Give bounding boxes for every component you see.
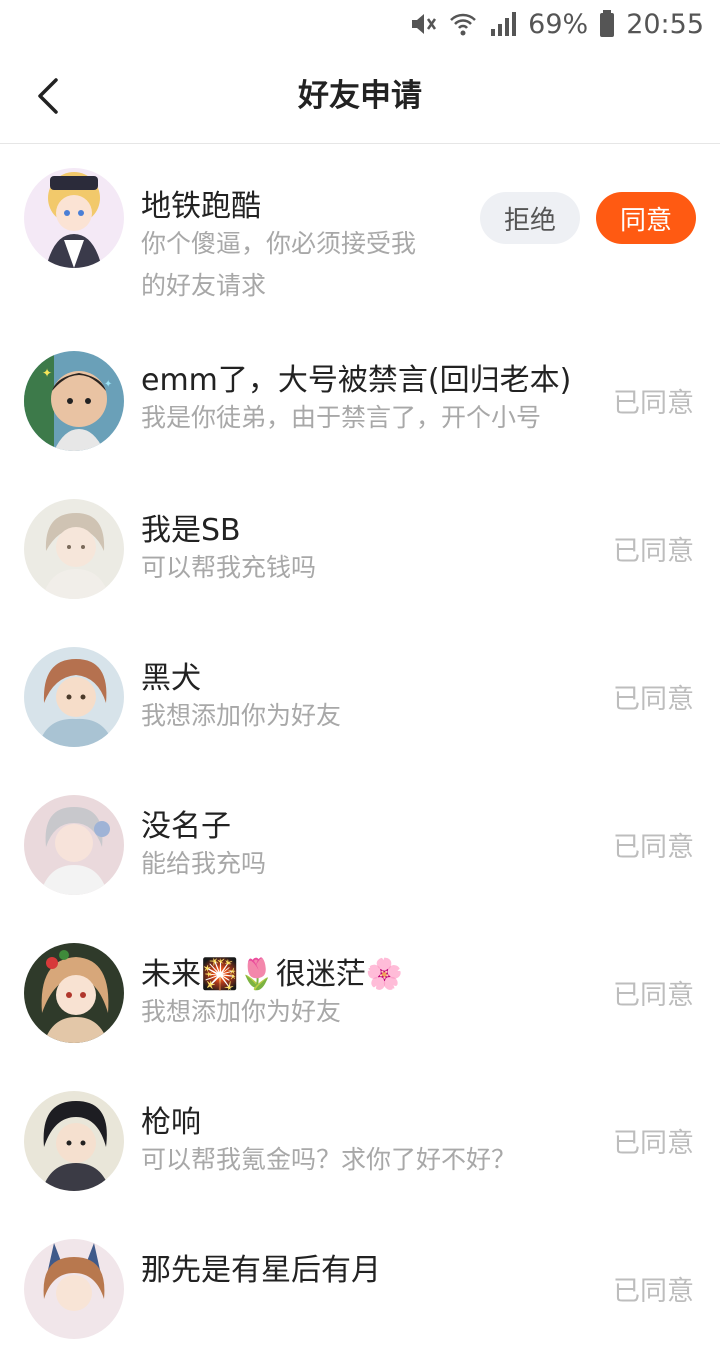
svg-text:✦: ✦ [104, 379, 112, 390]
anime-avatar-icon [24, 1091, 124, 1191]
avatar[interactable] [24, 1091, 124, 1191]
anime-avatar-icon [24, 168, 124, 268]
request-name: 地铁跑酷 [141, 189, 261, 224]
battery-icon [598, 9, 616, 39]
avatar[interactable] [24, 795, 124, 895]
top-bar: 好友申请 [0, 48, 720, 144]
request-message-line: 的好友请求 [141, 271, 267, 300]
anime-avatar-icon [24, 943, 124, 1043]
accept-button[interactable]: 同意 [596, 192, 696, 244]
anime-avatar-icon [24, 499, 124, 599]
anime-avatar-icon [24, 1239, 124, 1339]
status-bar: 69% 20:55 [0, 0, 720, 48]
status-label: 已同意 [613, 1276, 694, 1307]
child-photo-avatar-icon: ✦ ✦ [24, 351, 124, 451]
friend-request-item[interactable]: 地铁跑酷 你个傻逼，你必须接受我 的好友请求 拒绝 同意 [0, 145, 720, 325]
anime-avatar-icon [24, 647, 124, 747]
friend-request-item[interactable]: 枪响 可以帮我氪金吗？求你了好不好？ 已同意 [0, 1067, 720, 1215]
request-message: 我是你徒弟，由于禁言了，开个小号 [141, 403, 542, 432]
friend-request-item[interactable]: ✦ ✦ emm了，大号被禁言(回归老本) 我是你徒弟，由于禁言了，开个小号 已同… [0, 325, 720, 475]
friend-request-item[interactable]: 没名子 能给我充吗 已同意 [0, 771, 720, 919]
avatar[interactable] [24, 647, 124, 747]
status-label: 已同意 [613, 980, 694, 1011]
status-label: 已同意 [613, 684, 694, 715]
request-message: 你个傻逼，你必须接受我 的好友请求 [141, 223, 461, 307]
clock: 20:55 [626, 8, 704, 40]
wifi-icon [448, 9, 478, 39]
anime-avatar-icon [24, 795, 124, 895]
request-name: 没名子 [141, 809, 231, 844]
avatar[interactable] [24, 943, 124, 1043]
svg-text:✦: ✦ [42, 366, 52, 380]
status-label: 已同意 [613, 388, 694, 419]
request-message-line: 你个傻逼，你必须接受我 [141, 229, 417, 258]
request-name: 那先是有星后有月 [141, 1253, 381, 1288]
status-label: 已同意 [613, 832, 694, 863]
request-name: 我是SB [141, 513, 241, 548]
battery-percent: 69% [528, 8, 589, 40]
request-name: 黑犬 [141, 661, 201, 696]
request-message: 能给我充吗 [141, 849, 267, 878]
avatar[interactable]: ✦ ✦ [24, 351, 124, 451]
request-name: 未来🎇🌷很迷茫🌸 [141, 957, 404, 992]
friend-request-item[interactable]: 我是SB 可以帮我充钱吗 已同意 [0, 475, 720, 623]
status-label: 已同意 [613, 536, 694, 567]
request-name: 枪响 [141, 1105, 201, 1140]
mute-icon [408, 9, 438, 39]
request-name: emm了，大号被禁言(回归老本) [141, 363, 572, 398]
avatar[interactable] [24, 499, 124, 599]
request-message: 我想添加你为好友 [141, 701, 342, 730]
signal-icon [488, 9, 518, 39]
request-message: 可以帮我氪金吗？求你了好不好？ [141, 1145, 517, 1174]
request-message: 可以帮我充钱吗 [141, 553, 317, 582]
friend-request-list: 地铁跑酷 你个傻逼，你必须接受我 的好友请求 拒绝 同意 ✦ ✦ emm了，大号… [0, 145, 720, 1363]
request-message: 我想添加你为好友 [141, 997, 342, 1026]
friend-request-item[interactable]: 黑犬 我想添加你为好友 已同意 [0, 623, 720, 771]
status-label: 已同意 [613, 1128, 694, 1159]
page-title: 好友申请 [298, 78, 422, 114]
friend-request-item[interactable]: 未来🎇🌷很迷茫🌸 我想添加你为好友 已同意 [0, 919, 720, 1067]
avatar[interactable] [24, 1239, 124, 1339]
friend-request-item[interactable]: 那先是有星后有月 已同意 [0, 1215, 720, 1363]
reject-button[interactable]: 拒绝 [480, 192, 580, 244]
avatar[interactable] [24, 168, 124, 268]
